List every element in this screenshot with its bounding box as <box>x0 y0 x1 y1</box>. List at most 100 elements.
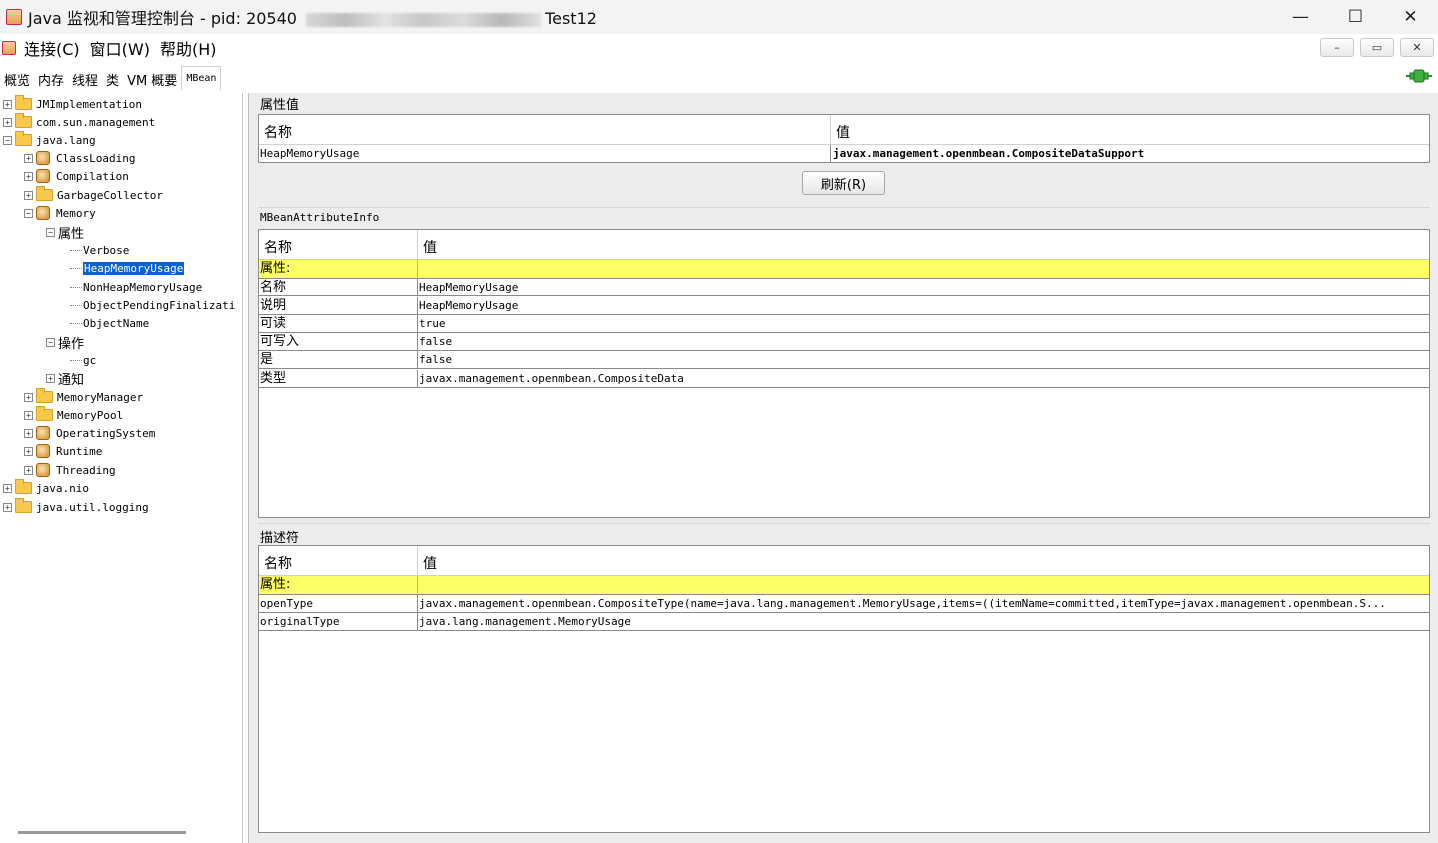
tree-node[interactable]: + com.sun.management <box>3 113 155 131</box>
attr-values-title: 属性值 <box>260 98 300 113</box>
expand-toggle[interactable]: + <box>24 410 33 420</box>
descriptor-title: 描述符 <box>260 531 300 546</box>
mbean-detail-panel: 属性值 名称 值 HeapMemoryUsage javax.managemen… <box>248 93 1438 843</box>
collapse-toggle[interactable]: − <box>3 135 12 145</box>
expand-toggle[interactable]: + <box>24 392 33 402</box>
tree-node[interactable]: − 操作 <box>46 333 84 352</box>
tree-node[interactable]: gc <box>70 351 96 369</box>
section-row: 属性: <box>259 576 1429 594</box>
col-header-value[interactable]: 值 <box>418 230 437 260</box>
tab-threads[interactable]: 线程 <box>68 66 102 90</box>
attr-info-table: 名称 值 属性: 名称 HeapMemoryUsage 说明 HeapMemor… <box>258 229 1430 518</box>
expand-toggle[interactable]: + <box>3 117 12 127</box>
menu-bar: 连接(C) 窗口(W) 帮助(H) – ▭ ✕ <box>0 34 1438 62</box>
col-header-name[interactable]: 名称 <box>259 546 418 576</box>
collapse-toggle[interactable]: − <box>46 337 55 347</box>
bean-icon <box>36 444 50 458</box>
tree-node[interactable]: + MemoryManager <box>24 388 143 406</box>
horizontal-scrollbar[interactable] <box>18 831 186 834</box>
tree-node[interactable]: + java.util.logging <box>3 498 149 516</box>
col-header-value[interactable]: 值 <box>831 115 850 145</box>
expand-toggle[interactable]: + <box>24 190 33 200</box>
tree-node[interactable]: + Runtime <box>24 442 102 460</box>
expand-toggle[interactable]: + <box>24 153 33 163</box>
tree-node[interactable]: + MemoryPool <box>24 406 123 424</box>
bean-icon <box>36 151 50 165</box>
java-app-icon <box>6 9 22 25</box>
tree-node[interactable]: + Threading <box>24 461 116 479</box>
col-header-value[interactable]: 值 <box>418 546 437 576</box>
refresh-button[interactable]: 刷新(R) <box>802 171 885 195</box>
expand-toggle[interactable]: + <box>3 502 12 512</box>
tree-node[interactable]: ObjectPendingFinalizati <box>70 296 235 314</box>
tree-node[interactable]: + JMImplementation <box>3 95 142 113</box>
tree-node[interactable]: NonHeapMemoryUsage <box>70 278 202 296</box>
folder-icon <box>36 186 53 201</box>
col-header-name[interactable]: 名称 <box>259 115 831 145</box>
tree-node[interactable]: − java.lang <box>3 131 96 149</box>
expand-toggle[interactable]: + <box>46 373 55 383</box>
tab-memory[interactable]: 内存 <box>34 66 68 90</box>
table-row[interactable]: 类型 javax.management.openmbean.CompositeD… <box>259 370 1429 388</box>
inner-restore-button[interactable]: ▭ <box>1360 38 1394 57</box>
folder-icon <box>36 388 53 403</box>
table-row[interactable]: HeapMemoryUsage javax.management.openmbe… <box>259 145 1429 163</box>
tree-node[interactable]: ObjectName <box>70 314 149 332</box>
folder-icon <box>15 113 32 128</box>
bean-icon <box>36 463 50 477</box>
tab-classes[interactable]: 类 <box>102 66 123 90</box>
expand-toggle[interactable]: + <box>3 99 12 109</box>
table-row[interactable]: 可读 true <box>259 315 1429 333</box>
tree-node-selected[interactable]: HeapMemoryUsage <box>70 259 186 277</box>
attr-values-table: 名称 值 HeapMemoryUsage javax.management.op… <box>258 114 1430 163</box>
table-row[interactable]: 名称 HeapMemoryUsage <box>259 278 1429 296</box>
collapse-toggle[interactable]: − <box>46 227 55 237</box>
tree-node[interactable]: + Compilation <box>24 167 129 185</box>
table-row[interactable]: openType javax.management.openmbean.Comp… <box>259 594 1429 613</box>
folder-icon <box>36 406 53 421</box>
menu-window[interactable]: 窗口(W) <box>90 36 150 60</box>
table-row[interactable]: originalType java.lang.management.Memory… <box>259 613 1429 631</box>
descriptor-table: 名称 值 属性: openType javax.management.openm… <box>258 545 1430 833</box>
tree-node[interactable]: + GarbageCollector <box>24 186 163 204</box>
expand-toggle[interactable]: + <box>3 483 12 493</box>
menu-help[interactable]: 帮助(H) <box>160 36 217 60</box>
maximize-button[interactable]: ☐ <box>1328 0 1383 34</box>
table-row[interactable]: 可写入 false <box>259 333 1429 351</box>
attr-info-title: MBeanAttributeInfo <box>260 211 380 224</box>
table-row[interactable]: 说明 HeapMemoryUsage <box>259 297 1429 315</box>
col-header-name[interactable]: 名称 <box>259 230 418 260</box>
java-menu-icon[interactable] <box>2 41 16 55</box>
close-button[interactable]: ✕ <box>1383 0 1438 34</box>
window-title: Java 监视和管理控制台 - pid: 20540 Test12 <box>28 9 597 28</box>
tab-bar: 概览 内存 线程 类 VM 概要 MBean <box>0 66 222 90</box>
tree-node[interactable]: − Memory <box>24 204 96 222</box>
bean-icon <box>36 206 50 220</box>
tab-mbean[interactable]: MBean <box>181 66 222 90</box>
inner-close-button[interactable]: ✕ <box>1400 38 1434 57</box>
expand-toggle[interactable]: + <box>24 428 33 438</box>
expand-toggle[interactable]: + <box>24 446 33 456</box>
folder-icon <box>15 131 32 146</box>
tab-overview[interactable]: 概览 <box>0 66 34 90</box>
inner-minimize-button[interactable]: – <box>1320 38 1354 57</box>
tree-node[interactable]: + java.nio <box>3 479 89 497</box>
tab-vm-summary[interactable]: VM 概要 <box>123 66 181 90</box>
tree-node[interactable]: + ClassLoading <box>24 149 135 167</box>
tree-node[interactable]: Verbose <box>70 241 129 259</box>
bean-icon <box>36 169 50 183</box>
connection-status-icon <box>1406 69 1432 83</box>
tree-node[interactable]: + OperatingSystem <box>24 424 155 442</box>
bean-icon <box>36 426 50 440</box>
collapse-toggle[interactable]: − <box>24 208 33 218</box>
folder-icon <box>15 479 32 494</box>
folder-icon <box>15 498 32 513</box>
minimize-button[interactable]: — <box>1273 0 1328 34</box>
menu-connection[interactable]: 连接(C) <box>24 36 80 60</box>
table-row[interactable]: 是 false <box>259 351 1429 369</box>
expand-toggle[interactable]: + <box>24 171 33 181</box>
mbean-tree[interactable]: + JMImplementation + com.sun.management − j… <box>0 93 243 843</box>
expand-toggle[interactable]: + <box>24 465 33 475</box>
tree-node[interactable]: + 通知 <box>46 369 84 388</box>
tree-node[interactable]: − 属性 <box>46 223 84 242</box>
